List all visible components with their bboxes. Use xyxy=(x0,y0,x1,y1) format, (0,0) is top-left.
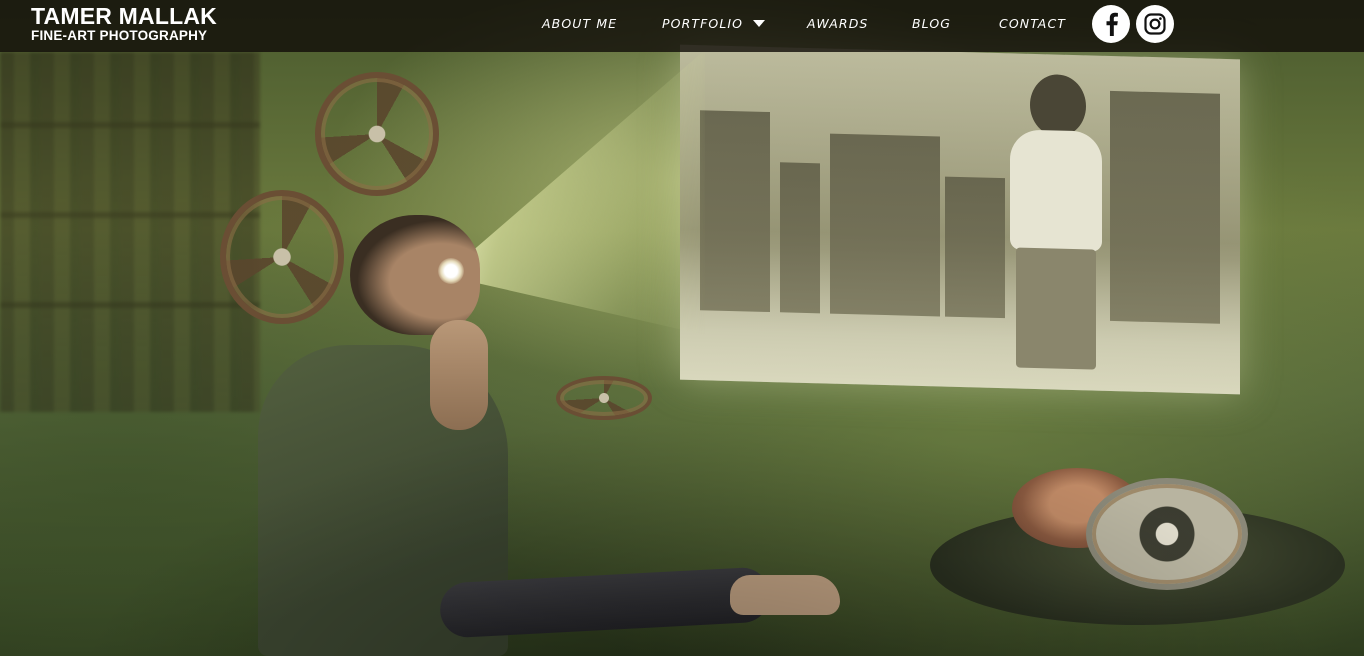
nav-portfolio[interactable]: PORTFOLIO xyxy=(662,16,743,32)
nav-awards[interactable]: AWARDS xyxy=(807,16,868,32)
nav-blog[interactable]: BLOG xyxy=(912,16,951,32)
facebook-icon xyxy=(1106,12,1118,36)
hero-image xyxy=(0,0,1364,656)
brand-name: TAMER MALLAK xyxy=(31,3,217,29)
brand-tagline: FINE-ART PHOTOGRAPHY xyxy=(31,28,208,43)
facebook-link[interactable] xyxy=(1092,5,1130,43)
instagram-link[interactable] xyxy=(1136,5,1174,43)
site-logo[interactable]: TAMER MALLAK FINE-ART PHOTOGRAPHY xyxy=(31,3,217,44)
chevron-down-icon[interactable] xyxy=(753,20,765,27)
instagram-icon xyxy=(1144,13,1166,35)
vignette xyxy=(0,0,1364,656)
nav-contact[interactable]: CONTACT xyxy=(999,16,1066,32)
nav-about-me[interactable]: ABOUT ME xyxy=(542,16,617,32)
header-bar: TAMER MALLAK FINE-ART PHOTOGRAPHY ABOUT … xyxy=(0,0,1364,52)
